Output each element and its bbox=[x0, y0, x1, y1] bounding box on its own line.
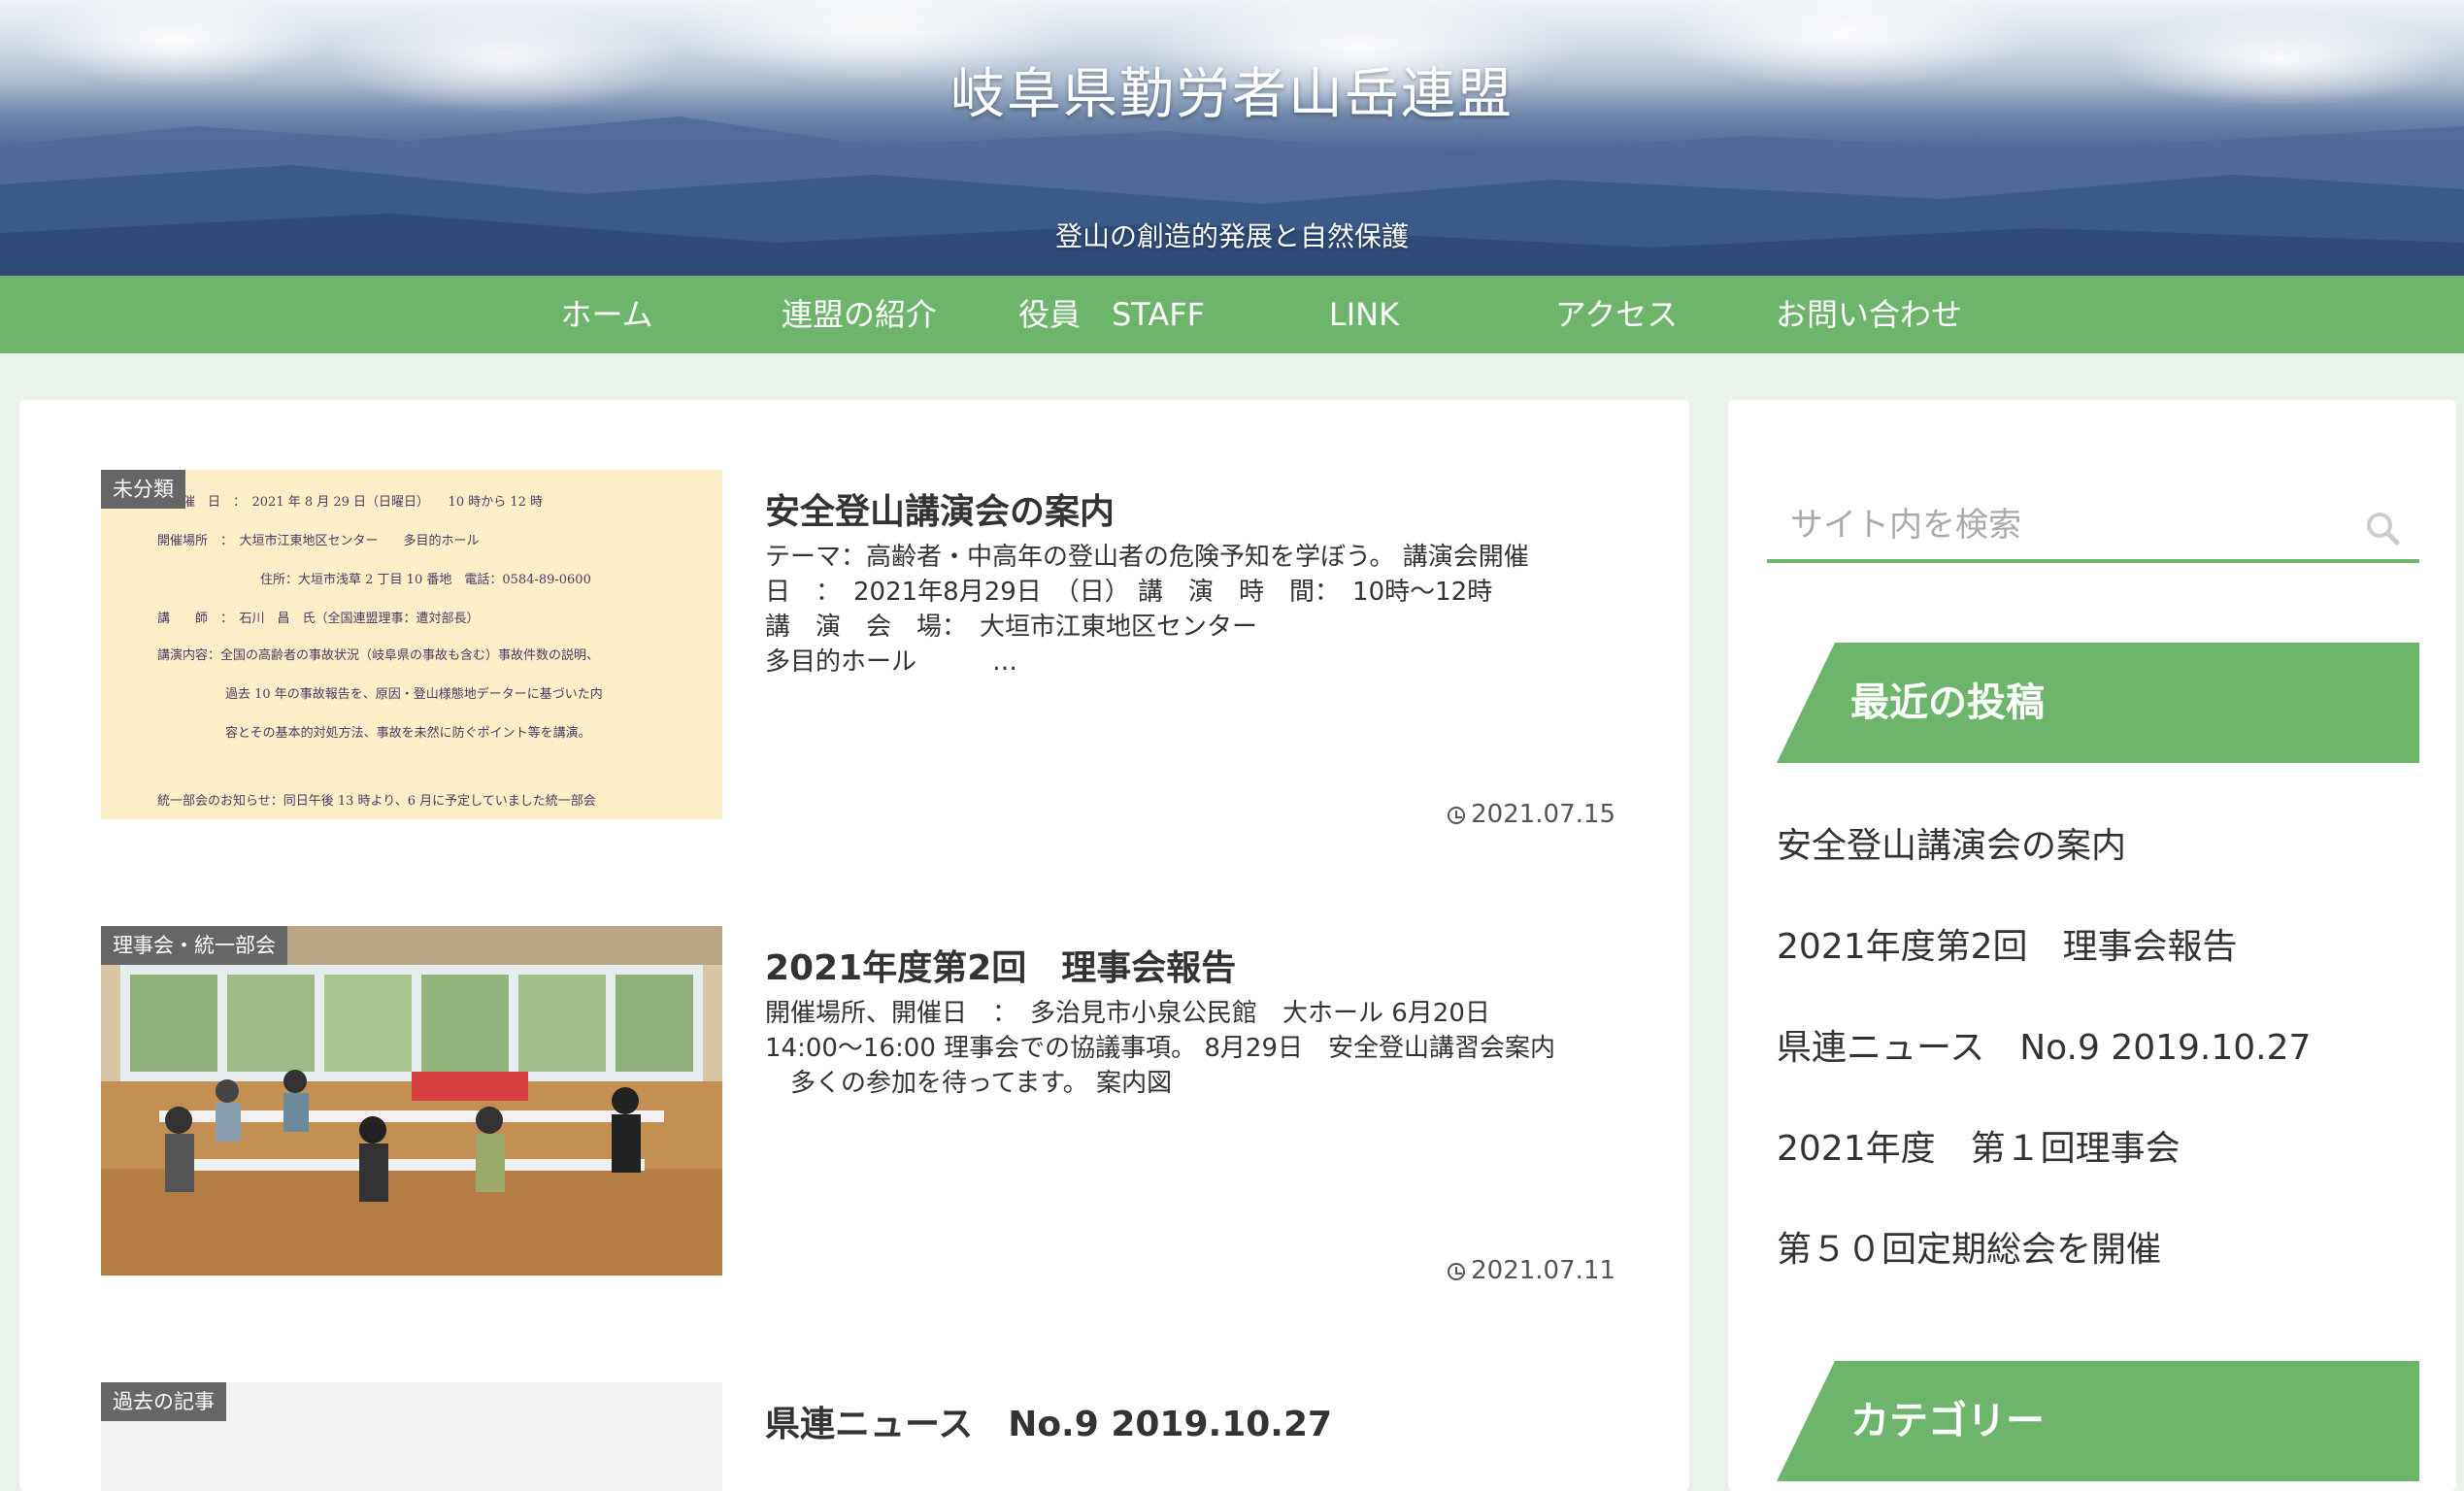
nav-item-about[interactable]: 連盟の紹介 bbox=[757, 276, 961, 353]
nav-item-access[interactable]: アクセス bbox=[1515, 276, 1718, 353]
flyer-line: 開 催 日 ： 2021 年 8 月 29 日（日曜日） 10 時から 12 時 bbox=[157, 495, 544, 510]
flyer-line: 講 師 ： 石川 昌 氏（全国連盟理事：遭対部長） bbox=[157, 612, 480, 626]
post-excerpt: 開催場所、開催日 ： 多治見市小泉公民館 大ホール 6月20日 14:00〜16… bbox=[765, 996, 1619, 1101]
recent-post-link[interactable]: 2021年度 第１回理事会 bbox=[1777, 1120, 2181, 1171]
nav-item-staff[interactable]: 役員 STAFF bbox=[1010, 276, 1214, 353]
post-excerpt: テーマ：高齢者・中高年の登山者の危険予知を学ぼう。 講演会開催 日 ： 2021… bbox=[765, 540, 1619, 679]
nav-item-home[interactable]: ホーム bbox=[505, 276, 709, 353]
recent-post-link[interactable]: 第５０回定期総会を開催 bbox=[1777, 1221, 2161, 1272]
category-badge[interactable]: 理事会・統一部会 bbox=[101, 926, 287, 965]
site-description: 登山の創造的発展と自然保護 bbox=[1054, 220, 1409, 252]
post-thumbnail[interactable]: 開 催 日 ： 2021 年 8 月 29 日（日曜日） 10 時から 12 時… bbox=[101, 470, 722, 819]
post-thumbnail[interactable]: 理事会・統一部会 bbox=[101, 926, 722, 1276]
post-list: 開 催 日 ： 2021 年 8 月 29 日（日曜日） 10 時から 12 時… bbox=[19, 400, 1689, 1491]
excerpt-line: 講 演 会 場： 大垣市江東地区センター bbox=[765, 613, 1258, 642]
main-navigation: ホーム 連盟の紹介 役員 STAFF LINK アクセス お問い合わせ bbox=[0, 276, 2464, 353]
post-date: 2021.07.15 bbox=[1448, 800, 1615, 829]
post-card[interactable]: 過去の記事 県連ニュース No.9 2019.10.27 bbox=[101, 1382, 1615, 1491]
post-card[interactable]: 開 催 日 ： 2021 年 8 月 29 日（日曜日） 10 時から 12 時… bbox=[101, 470, 1615, 829]
flyer-line: 過去 10 年の事故報告を、原因・登山様態地データーに基づいた内 bbox=[225, 687, 603, 702]
excerpt-line: 開催場所、開催日 ： 多治見市小泉公民館 大ホール 6月20日 bbox=[765, 999, 1490, 1028]
post-title[interactable]: 安全登山講演会の案内 bbox=[765, 483, 1115, 534]
clock-icon bbox=[1448, 1263, 1466, 1280]
nav-item-contact[interactable]: お問い合わせ bbox=[1767, 276, 1971, 353]
post-thumbnail[interactable]: 過去の記事 bbox=[101, 1382, 722, 1491]
excerpt-line: テーマ：高齢者・中高年の登山者の危険予知を学ぼう。 講演会開催 bbox=[765, 543, 1529, 572]
post-date: 2021.07.11 bbox=[1448, 1256, 1615, 1285]
flyer-line: 開催場所 ： 大垣市江東地区センター 多目的ホール bbox=[157, 534, 480, 548]
recent-post-link[interactable]: 県連ニュース No.9 2019.10.27 bbox=[1777, 1019, 2311, 1070]
flyer-line: 統一部会のお知らせ：同日午後 13 時より、6 月に予定していました統一部会 bbox=[157, 794, 596, 809]
recent-posts-heading: 最近の投稿 bbox=[1777, 643, 2419, 763]
event-flyer-image: 開 催 日 ： 2021 年 8 月 29 日（日曜日） 10 時から 12 時… bbox=[101, 470, 722, 819]
excerpt-line: 多目的ホール … bbox=[765, 647, 1018, 677]
post-title[interactable]: 2021年度第2回 理事会報告 bbox=[765, 940, 1236, 990]
post-card[interactable]: 理事会・統一部会 2021年度第2回 理事会報告 開催場所、開催日 ： 多治見市… bbox=[101, 926, 1615, 1285]
flyer-line: 講演内容：全国の高齢者の事故状況（岐阜県の事故も含む）事故件数の説明、 bbox=[157, 648, 600, 663]
meeting-photo bbox=[101, 926, 722, 1276]
site-title[interactable]: 岐阜県勤労者山岳連盟 bbox=[0, 50, 2464, 129]
excerpt-line: 多くの参加を待ってます。 案内図 bbox=[765, 1069, 1173, 1098]
flyer-line: 容とその基本的対処方法、事故を未然に防ぐポイント等を講演。 bbox=[225, 726, 591, 741]
excerpt-line: 14:00〜16:00 理事会での協議事項。 8月29日 安全登山講習会案内 bbox=[765, 1034, 1556, 1063]
site-header: 岐阜県勤労者山岳連盟 登山の創造的発展と自然保護 bbox=[0, 0, 2464, 276]
category-badge[interactable]: 未分類 bbox=[101, 470, 185, 509]
post-title[interactable]: 県連ニュース No.9 2019.10.27 bbox=[765, 1396, 1332, 1446]
search-form bbox=[1767, 489, 2419, 563]
post-date-text: 2021.07.15 bbox=[1471, 800, 1615, 829]
clock-icon bbox=[1448, 807, 1466, 824]
recent-post-link[interactable]: 安全登山講演会の案内 bbox=[1777, 817, 2126, 868]
search-icon[interactable] bbox=[2363, 509, 2402, 547]
flyer-line: 住所：大垣市浅草 2 丁目 10 番地 電話：0584-89-0600 bbox=[260, 573, 591, 587]
post-date-text: 2021.07.11 bbox=[1471, 1256, 1615, 1285]
excerpt-line: 日 ： 2021年8月29日 （日） 講 演 時 間： 10時〜12時 bbox=[765, 578, 1493, 607]
recent-post-link[interactable]: 2021年度第2回 理事会報告 bbox=[1777, 918, 2238, 969]
nav-item-link[interactable]: LINK bbox=[1262, 276, 1466, 353]
category-heading: カテゴリー bbox=[1777, 1361, 2419, 1481]
sidebar: 最近の投稿 安全登山講演会の案内 2021年度第2回 理事会報告 県連ニュース … bbox=[1728, 400, 2456, 1491]
search-input[interactable] bbox=[1767, 489, 2375, 561]
category-badge[interactable]: 過去の記事 bbox=[101, 1382, 226, 1421]
